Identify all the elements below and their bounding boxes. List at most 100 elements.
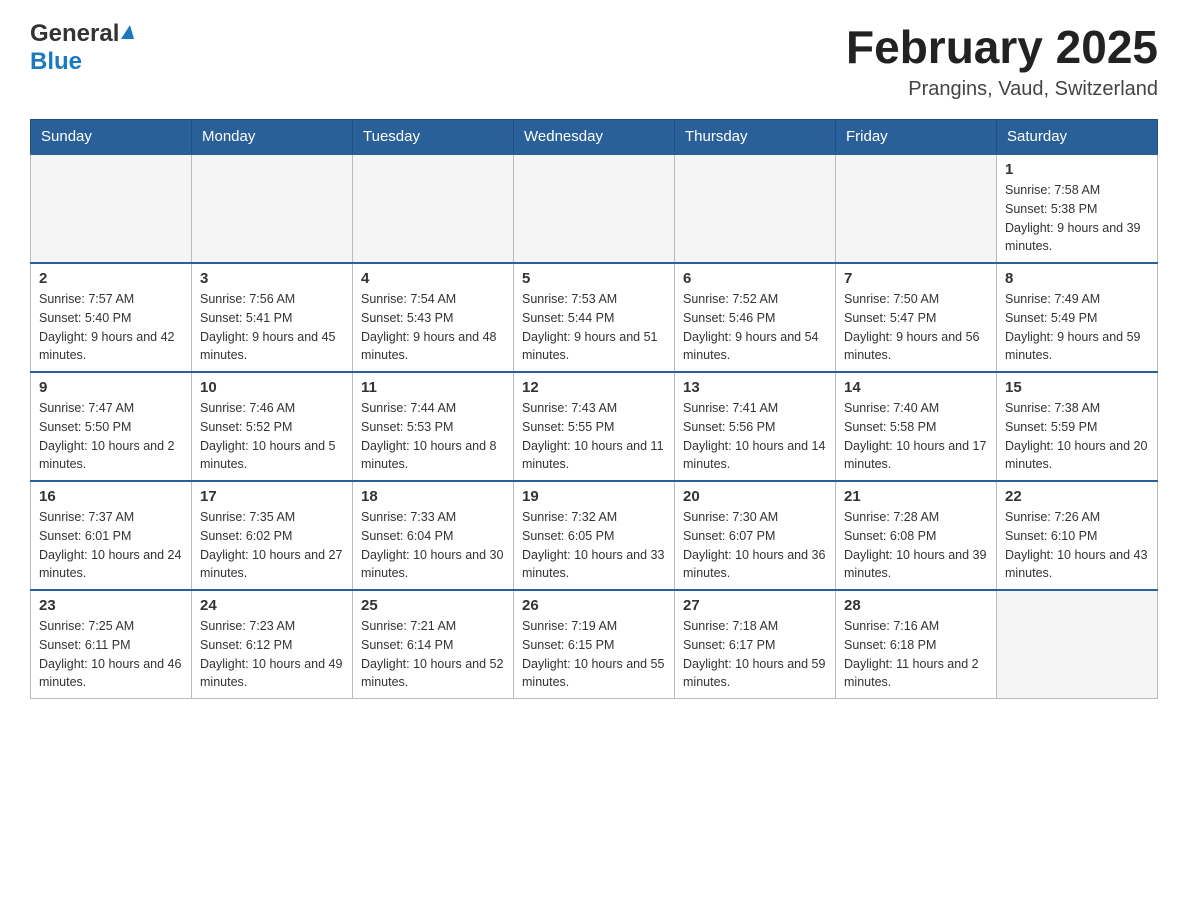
day-header-thursday: Thursday bbox=[675, 120, 836, 155]
day-info: Sunrise: 7:19 AMSunset: 6:15 PMDaylight:… bbox=[522, 617, 666, 692]
title-block: February 2025 Prangins, Vaud, Switzerlan… bbox=[846, 20, 1158, 101]
logo-general-text: General bbox=[30, 20, 119, 47]
logo-line1: General bbox=[30, 20, 134, 48]
day-number: 14 bbox=[844, 379, 988, 396]
day-number: 1 bbox=[1005, 161, 1149, 178]
day-info: Sunrise: 7:25 AMSunset: 6:11 PMDaylight:… bbox=[39, 617, 183, 692]
calendar-cell: 6 Sunrise: 7:52 AMSunset: 5:46 PMDaylight… bbox=[675, 263, 836, 372]
calendar-subtitle: Prangins, Vaud, Switzerland bbox=[846, 78, 1158, 101]
day-info: Sunrise: 7:43 AMSunset: 5:55 PMDaylight:… bbox=[522, 399, 666, 474]
day-number: 5 bbox=[522, 270, 666, 287]
calendar-cell: 21Sunrise: 7:28 AMSunset: 6:08 PMDayligh… bbox=[836, 481, 997, 590]
day-number: 20 bbox=[683, 488, 827, 505]
day-number: 15 bbox=[1005, 379, 1149, 396]
week-row-1: 1Sunrise: 7:58 AMSunset: 5:38 PMDaylight… bbox=[31, 154, 1158, 263]
day-number: 27 bbox=[683, 597, 827, 614]
day-number: 10 bbox=[200, 379, 344, 396]
day-info: Sunrise: 7:33 AMSunset: 6:04 PMDaylight:… bbox=[361, 508, 505, 583]
day-number: 25 bbox=[361, 597, 505, 614]
day-number: 12 bbox=[522, 379, 666, 396]
calendar-cell: 4Sunrise: 7:54 AMSunset: 5:43 PMDaylight… bbox=[353, 263, 514, 372]
logo-arrow-icon bbox=[121, 25, 134, 39]
day-info: Sunrise: 7:40 AMSunset: 5:58 PMDaylight:… bbox=[844, 399, 988, 474]
day-number: 24 bbox=[200, 597, 344, 614]
day-info: Sunrise: 7:44 AMSunset: 5:53 PMDaylight:… bbox=[361, 399, 505, 474]
calendar-cell: 12 Sunrise: 7:43 AMSunset: 5:55 PMDayligh… bbox=[514, 372, 675, 481]
day-header-wednesday: Wednesday bbox=[514, 120, 675, 155]
day-info: Sunrise: 7:16 AMSunset: 6:18 PMDaylight:… bbox=[844, 617, 988, 692]
calendar-table: SundayMondayTuesdayWednesdayThursdayFrid… bbox=[30, 119, 1158, 699]
day-number: 8 bbox=[1005, 270, 1149, 287]
day-number: 26 bbox=[522, 597, 666, 614]
week-row-3: 9Sunrise: 7:47 AMSunset: 5:50 PMDaylight… bbox=[31, 372, 1158, 481]
day-info: Sunrise: 7:56 AMSunset: 5:41 PMDaylight:… bbox=[200, 290, 344, 365]
calendar-cell: 24Sunrise: 7:23 AMSunset: 6:12 PMDayligh… bbox=[192, 590, 353, 699]
calendar-cell bbox=[836, 154, 997, 263]
calendar-cell: 9Sunrise: 7:47 AMSunset: 5:50 PMDaylight… bbox=[31, 372, 192, 481]
calendar-cell: 25 Sunrise: 7:21 AMSunset: 6:14 PMDayligh… bbox=[353, 590, 514, 699]
day-number: 11 bbox=[361, 379, 505, 396]
day-info: Sunrise: 7:30 AMSunset: 6:07 PMDaylight:… bbox=[683, 508, 827, 583]
day-header-tuesday: Tuesday bbox=[353, 120, 514, 155]
week-row-2: 2Sunrise: 7:57 AMSunset: 5:40 PMDaylight… bbox=[31, 263, 1158, 372]
page-header: General Blue February 2025 Prangins, Vau… bbox=[30, 20, 1158, 101]
calendar-cell: 1Sunrise: 7:58 AMSunset: 5:38 PMDaylight… bbox=[997, 154, 1158, 263]
day-info: Sunrise: 7:26 AMSunset: 6:10 PMDaylight:… bbox=[1005, 508, 1149, 583]
day-number: 4 bbox=[361, 270, 505, 287]
calendar-cell: 26 Sunrise: 7:19 AMSunset: 6:15 PMDayligh… bbox=[514, 590, 675, 699]
day-info: Sunrise: 7:28 AMSunset: 6:08 PMDaylight:… bbox=[844, 508, 988, 583]
logo-line2: Blue bbox=[30, 48, 82, 76]
logo: General Blue bbox=[30, 20, 134, 76]
day-info: Sunrise: 7:37 AMSunset: 6:01 PMDaylight:… bbox=[39, 508, 183, 583]
calendar-cell: 11 Sunrise: 7:44 AMSunset: 5:53 PMDayligh… bbox=[353, 372, 514, 481]
day-info: Sunrise: 7:18 AMSunset: 6:17 PMDaylight:… bbox=[683, 617, 827, 692]
day-header-saturday: Saturday bbox=[997, 120, 1158, 155]
day-number: 18 bbox=[361, 488, 505, 505]
calendar-cell: 19 Sunrise: 7:32 AMSunset: 6:05 PMDayligh… bbox=[514, 481, 675, 590]
day-info: Sunrise: 7:57 AMSunset: 5:40 PMDaylight:… bbox=[39, 290, 183, 365]
calendar-cell: 16 Sunrise: 7:37 AMSunset: 6:01 PMDayligh… bbox=[31, 481, 192, 590]
day-number: 6 bbox=[683, 270, 827, 287]
day-info: Sunrise: 7:46 AMSunset: 5:52 PMDaylight:… bbox=[200, 399, 344, 474]
calendar-cell: 7Sunrise: 7:50 AMSunset: 5:47 PMDaylight… bbox=[836, 263, 997, 372]
day-info: Sunrise: 7:21 AMSunset: 6:14 PMDaylight:… bbox=[361, 617, 505, 692]
calendar-cell bbox=[31, 154, 192, 263]
day-info: Sunrise: 7:47 AMSunset: 5:50 PMDaylight:… bbox=[39, 399, 183, 474]
calendar-cell bbox=[997, 590, 1158, 699]
week-row-4: 16 Sunrise: 7:37 AMSunset: 6:01 PMDayligh… bbox=[31, 481, 1158, 590]
calendar-cell: 27 Sunrise: 7:18 AMSunset: 6:17 PMDayligh… bbox=[675, 590, 836, 699]
calendar-cell: 2Sunrise: 7:57 AMSunset: 5:40 PMDaylight… bbox=[31, 263, 192, 372]
day-number: 23 bbox=[39, 597, 183, 614]
calendar-cell: 23 Sunrise: 7:25 AMSunset: 6:11 PMDayligh… bbox=[31, 590, 192, 699]
day-number: 19 bbox=[522, 488, 666, 505]
calendar-cell: 22 Sunrise: 7:26 AMSunset: 6:10 PMDayligh… bbox=[997, 481, 1158, 590]
day-info: Sunrise: 7:41 AMSunset: 5:56 PMDaylight:… bbox=[683, 399, 827, 474]
calendar-cell: 15 Sunrise: 7:38 AMSunset: 5:59 PMDayligh… bbox=[997, 372, 1158, 481]
day-info: Sunrise: 7:52 AMSunset: 5:46 PMDaylight:… bbox=[683, 290, 827, 365]
day-number: 16 bbox=[39, 488, 183, 505]
day-number: 22 bbox=[1005, 488, 1149, 505]
calendar-title: February 2025 bbox=[846, 20, 1158, 74]
day-info: Sunrise: 7:49 AMSunset: 5:49 PMDaylight:… bbox=[1005, 290, 1149, 365]
day-info: Sunrise: 7:35 AMSunset: 6:02 PMDaylight:… bbox=[200, 508, 344, 583]
calendar-cell: 10 Sunrise: 7:46 AMSunset: 5:52 PMDayligh… bbox=[192, 372, 353, 481]
day-number: 28 bbox=[844, 597, 988, 614]
calendar-cell: 28 Sunrise: 7:16 AMSunset: 6:18 PMDayligh… bbox=[836, 590, 997, 699]
calendar-cell: 14 Sunrise: 7:40 AMSunset: 5:58 PMDayligh… bbox=[836, 372, 997, 481]
calendar-cell: 18 Sunrise: 7:33 AMSunset: 6:04 PMDayligh… bbox=[353, 481, 514, 590]
calendar-header-row: SundayMondayTuesdayWednesdayThursdayFrid… bbox=[31, 120, 1158, 155]
calendar-cell bbox=[192, 154, 353, 263]
calendar-cell bbox=[675, 154, 836, 263]
day-number: 3 bbox=[200, 270, 344, 287]
day-info: Sunrise: 7:32 AMSunset: 6:05 PMDaylight:… bbox=[522, 508, 666, 583]
calendar-cell: 5 Sunrise: 7:53 AMSunset: 5:44 PMDaylight… bbox=[514, 263, 675, 372]
day-info: Sunrise: 7:53 AMSunset: 5:44 PMDaylight:… bbox=[522, 290, 666, 365]
calendar-cell bbox=[514, 154, 675, 263]
day-header-friday: Friday bbox=[836, 120, 997, 155]
day-info: Sunrise: 7:38 AMSunset: 5:59 PMDaylight:… bbox=[1005, 399, 1149, 474]
day-number: 17 bbox=[200, 488, 344, 505]
calendar-cell: 3 Sunrise: 7:56 AMSunset: 5:41 PMDaylight… bbox=[192, 263, 353, 372]
logo-blue-text: Blue bbox=[30, 48, 82, 75]
day-info: Sunrise: 7:50 AMSunset: 5:47 PMDaylight:… bbox=[844, 290, 988, 365]
calendar-cell: 20 Sunrise: 7:30 AMSunset: 6:07 PMDayligh… bbox=[675, 481, 836, 590]
